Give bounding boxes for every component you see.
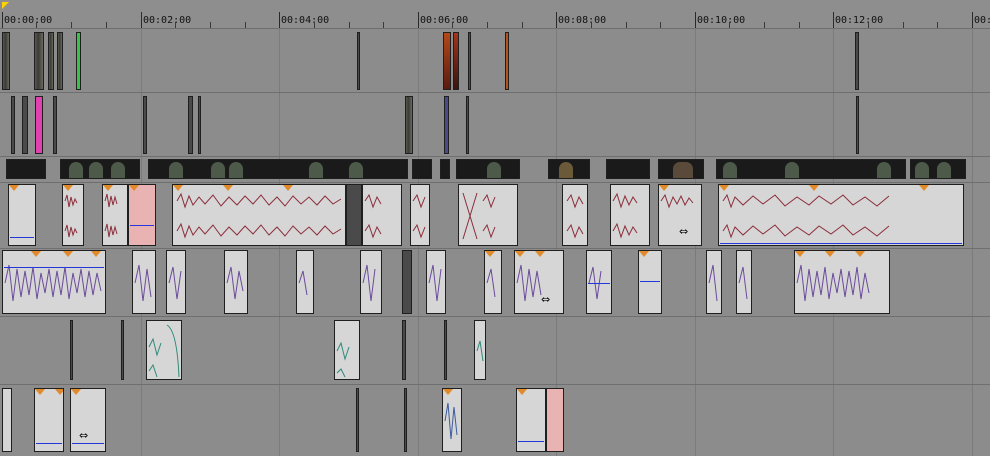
- audio-clip[interactable]: ⇔: [70, 388, 106, 452]
- video-clip[interactable]: [466, 96, 469, 154]
- ruler-label-3: 00:06:00: [420, 15, 469, 26]
- audio-clip[interactable]: [102, 184, 128, 246]
- video-clip[interactable]: [505, 32, 509, 90]
- video-clip[interactable]: [188, 96, 193, 154]
- audio-clip[interactable]: [360, 250, 382, 314]
- audio-clip[interactable]: [638, 250, 662, 314]
- video-track-2[interactable]: [0, 92, 990, 157]
- video-clip[interactable]: [76, 32, 81, 90]
- audio-clip[interactable]: [62, 184, 84, 246]
- audio-clip[interactable]: [402, 250, 412, 314]
- audio-clip[interactable]: [8, 184, 36, 246]
- ruler-label-4: 00:08:00: [558, 15, 607, 26]
- ruler-label-2: 00:04:00: [281, 15, 330, 26]
- ruler-label-1: 00:02:00: [143, 15, 192, 26]
- video-clip[interactable]: [453, 32, 459, 90]
- audio-clip[interactable]: [404, 388, 407, 452]
- thumbnail-clip[interactable]: [412, 159, 432, 179]
- move-cursor-icon: ⇔: [541, 293, 551, 306]
- audio-track-4[interactable]: ⇔: [0, 384, 990, 456]
- audio-clip[interactable]: [794, 250, 890, 314]
- video-track-3[interactable]: [0, 156, 990, 183]
- audio-clip[interactable]: [562, 184, 588, 246]
- ruler-label-6: 00:12:00: [835, 15, 884, 26]
- audio-clip[interactable]: [484, 250, 502, 314]
- audio-clip[interactable]: [296, 250, 314, 314]
- audio-clip[interactable]: [736, 250, 752, 314]
- audio-clip[interactable]: [586, 250, 612, 314]
- thumbnail-clip[interactable]: [148, 159, 408, 179]
- video-clip[interactable]: [2, 32, 10, 90]
- audio-clip[interactable]: [346, 184, 362, 246]
- video-clip[interactable]: [856, 96, 859, 154]
- audio-clip[interactable]: [362, 184, 402, 246]
- video-clip[interactable]: [444, 96, 449, 154]
- video-clip[interactable]: [357, 32, 360, 90]
- ruler-label-7: 00:1: [974, 15, 990, 26]
- video-clip[interactable]: [11, 96, 15, 154]
- audio-clip[interactable]: [410, 184, 430, 246]
- audio-clip[interactable]: ⇔: [514, 250, 564, 314]
- video-clip[interactable]: [443, 32, 451, 90]
- audio-clip[interactable]: [718, 184, 964, 246]
- audio-clip-selected[interactable]: [128, 184, 156, 246]
- audio-clip[interactable]: [426, 250, 446, 314]
- thumbnail-clip[interactable]: [456, 159, 520, 179]
- audio-clip[interactable]: [2, 250, 106, 314]
- audio-clip[interactable]: ⇔: [658, 184, 702, 246]
- video-clip[interactable]: [35, 96, 43, 154]
- thumbnail-clip[interactable]: [60, 159, 140, 179]
- thumbnail-clip[interactable]: [910, 159, 966, 179]
- audio-clip[interactable]: [146, 320, 182, 380]
- audio-clip[interactable]: [610, 184, 650, 246]
- audio-clip[interactable]: [516, 388, 546, 452]
- audio-clip[interactable]: [121, 320, 124, 380]
- audio-clip[interactable]: [706, 250, 722, 314]
- video-clip[interactable]: [468, 32, 471, 90]
- audio-clip[interactable]: [356, 388, 359, 452]
- audio-track-1[interactable]: ⇔: [0, 182, 990, 249]
- audio-clip[interactable]: [334, 320, 360, 380]
- video-clip[interactable]: [22, 96, 28, 154]
- ruler-label-5: 00:10:00: [697, 15, 746, 26]
- audio-track-2[interactable]: ⇔: [0, 248, 990, 317]
- video-clip[interactable]: [34, 32, 44, 90]
- video-clip[interactable]: [198, 96, 201, 154]
- video-track-1[interactable]: [0, 28, 990, 93]
- audio-clip[interactable]: [172, 184, 346, 246]
- audio-clip[interactable]: [224, 250, 248, 314]
- ruler-label-0: 00:00:00: [4, 15, 53, 26]
- video-clip[interactable]: [53, 96, 57, 154]
- thumbnail-clip[interactable]: [606, 159, 650, 179]
- move-cursor-icon: ⇔: [679, 225, 689, 238]
- playhead-marker-icon[interactable]: [2, 2, 9, 9]
- audio-clip[interactable]: [2, 388, 12, 452]
- video-clip[interactable]: [143, 96, 147, 154]
- thumbnail-clip[interactable]: [658, 159, 704, 179]
- timeline[interactable]: 00:00:00 00:02:00 00:04:00 00:06:00 00:0…: [0, 0, 990, 456]
- thumbnail-clip[interactable]: [548, 159, 590, 179]
- audio-clip[interactable]: [34, 388, 64, 452]
- thumbnail-clip[interactable]: [716, 159, 906, 179]
- audio-clip[interactable]: [442, 388, 462, 452]
- move-cursor-icon: ⇔: [79, 429, 89, 442]
- video-clip[interactable]: [855, 32, 859, 90]
- audio-clip[interactable]: [402, 320, 406, 380]
- audio-clip[interactable]: [166, 250, 186, 314]
- audio-clip[interactable]: [444, 320, 447, 380]
- audio-track-3[interactable]: [0, 316, 990, 385]
- audio-clip[interactable]: [474, 320, 486, 380]
- audio-clip[interactable]: [132, 250, 156, 314]
- thumbnail-clip[interactable]: [6, 159, 46, 179]
- audio-clip-selected[interactable]: [546, 388, 564, 452]
- time-ruler[interactable]: 00:00:00 00:02:00 00:04:00 00:06:00 00:0…: [0, 0, 990, 29]
- audio-clip[interactable]: [70, 320, 73, 380]
- audio-clip[interactable]: [458, 184, 518, 246]
- video-clip[interactable]: [57, 32, 63, 90]
- thumbnail-clip[interactable]: [440, 159, 450, 179]
- video-clip[interactable]: [48, 32, 54, 90]
- video-clip[interactable]: [405, 96, 413, 154]
